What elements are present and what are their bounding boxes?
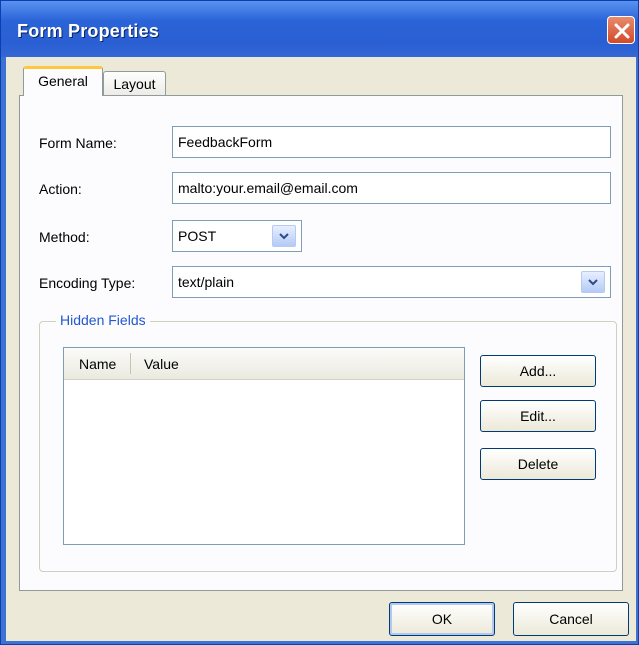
delete-button[interactable]: Delete [480,448,596,480]
close-button[interactable] [607,16,635,44]
action-label: Action: [39,181,82,197]
method-label: Method: [39,229,90,245]
ok-button[interactable]: OK [389,602,495,636]
column-header-name[interactable]: Name [79,356,116,372]
column-header-value[interactable]: Value [144,356,179,372]
form-name-label: Form Name: [39,135,117,151]
dialog-title: Form Properties [17,21,160,41]
form-name-field[interactable]: FeedbackForm [172,126,611,158]
method-value: POST [178,228,217,244]
cancel-button[interactable]: Cancel [513,602,629,636]
dialog-body: Layout General Form Name: FeedbackForm A… [6,57,636,641]
chevron-down-icon [588,279,598,286]
hidden-fields-title: Hidden Fields [56,312,150,328]
hidden-fields-list[interactable]: Name Value [63,347,465,545]
add-button[interactable]: Add... [480,355,596,387]
method-select[interactable]: POST [172,220,302,252]
encoding-type-dropdown-button[interactable] [581,271,605,293]
title-bar[interactable]: Form Properties [1,1,638,57]
column-separator[interactable] [130,353,131,374]
tab-general[interactable]: General [23,66,103,96]
chevron-down-icon [279,233,289,240]
encoding-type-select[interactable]: text/plain [172,266,611,298]
method-dropdown-button[interactable] [272,225,296,247]
form-properties-dialog: Form Properties Layout General Form Name… [0,0,639,645]
tab-layout[interactable]: Layout [103,71,166,96]
encoding-type-value: text/plain [178,274,235,290]
encoding-type-label: Encoding Type: [39,275,136,291]
action-field[interactable]: malto:your.email@email.com [172,172,611,204]
list-header: Name Value [64,348,464,380]
edit-button[interactable]: Edit... [480,400,596,432]
close-icon [614,23,630,39]
